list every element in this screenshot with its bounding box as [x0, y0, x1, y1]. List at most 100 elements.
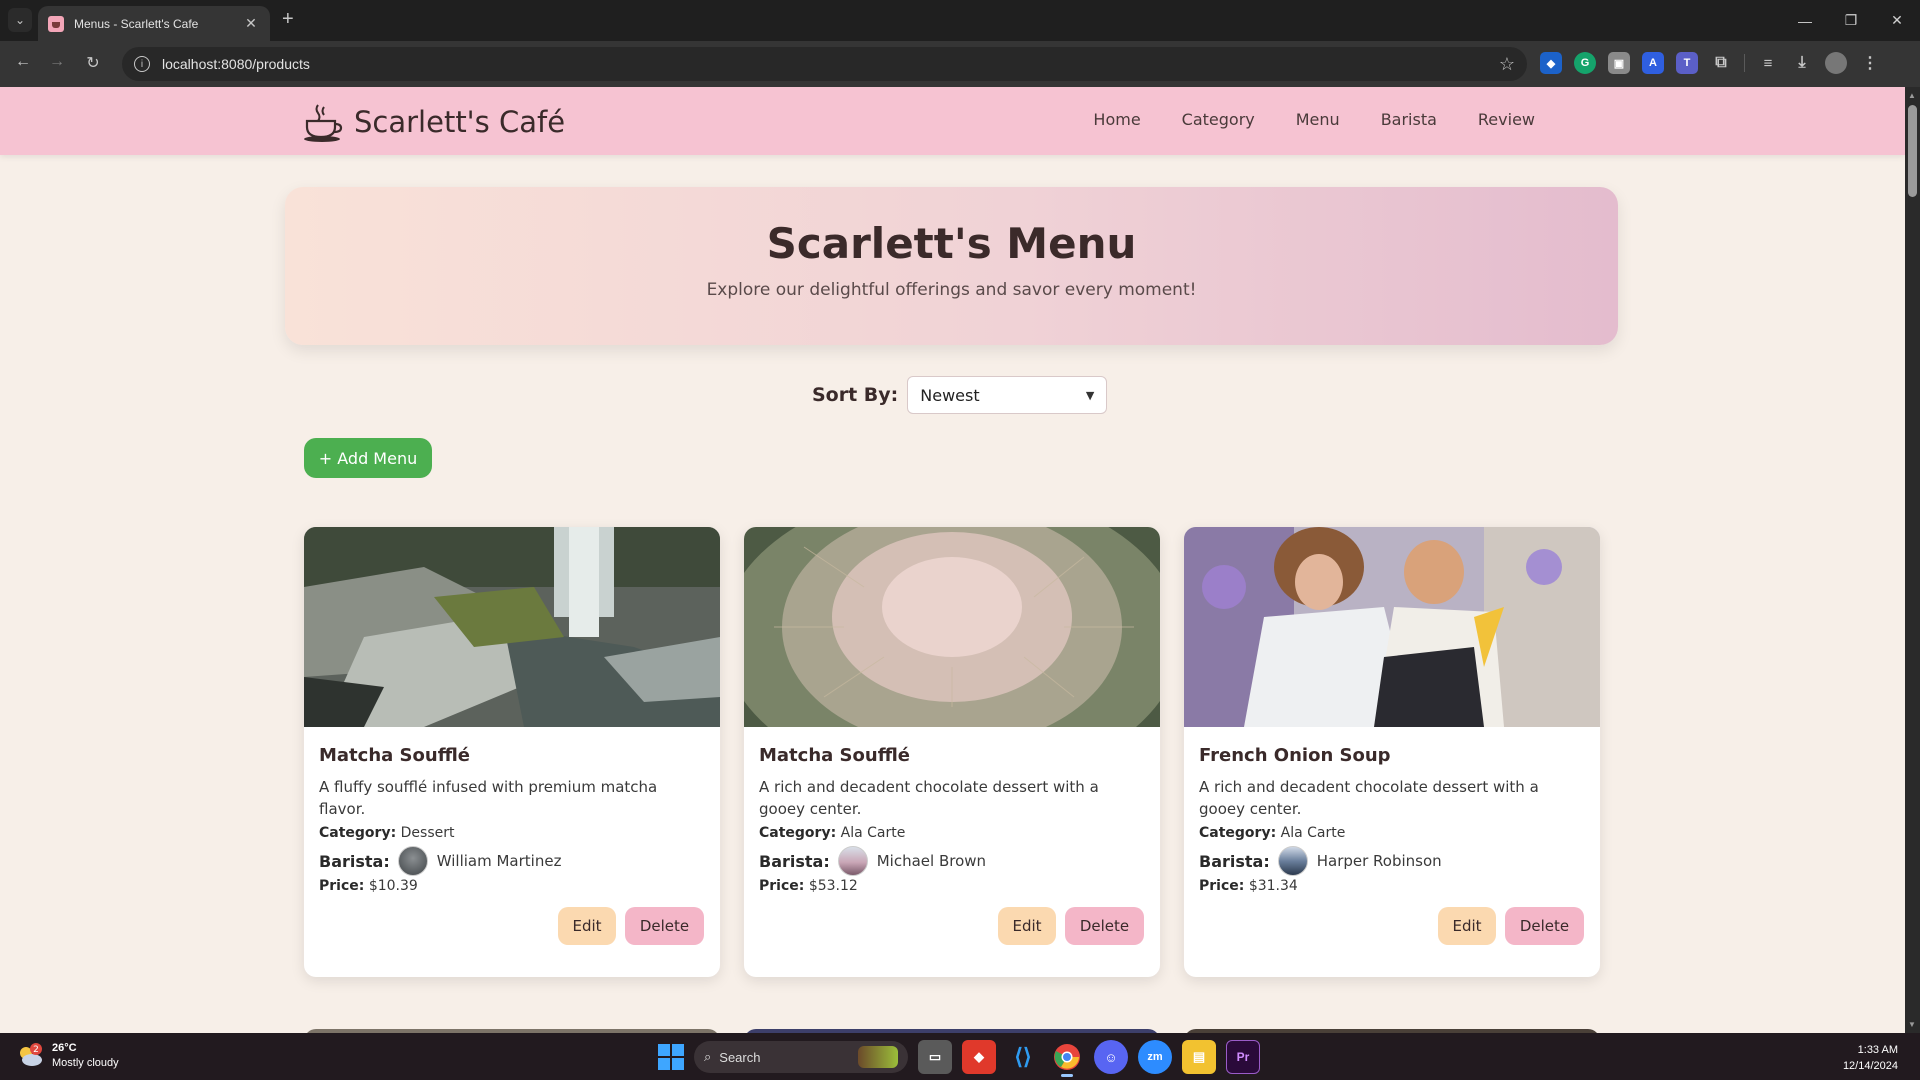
price-value: $53.12 — [808, 878, 858, 894]
weather-desc: Mostly cloudy — [52, 1057, 119, 1069]
main-nav: Home Category Menu Barista Review — [1093, 110, 1535, 129]
category-value: Ala Carte — [840, 825, 906, 841]
cloudy-weather-icon: 2 — [16, 1042, 44, 1070]
scroll-down-arrow-icon[interactable]: ▼ — [1908, 1020, 1916, 1029]
price-value: $10.39 — [368, 878, 418, 894]
gray-extension-icon[interactable]: ▣ — [1608, 52, 1630, 74]
barista-label: Barista: — [319, 851, 390, 871]
menu-description: A fluffy soufflé infused with premium ma… — [319, 778, 658, 818]
category-value: Dessert — [400, 825, 455, 841]
barista-avatar — [1277, 846, 1308, 876]
menu-price: Price: $31.34 — [1199, 878, 1586, 894]
download-icon[interactable]: ⤓ — [1791, 52, 1813, 74]
chrome-icon[interactable] — [1050, 1040, 1084, 1077]
price-label: Price: — [1199, 878, 1245, 894]
hero-banner: Scarlett's Menu Explore our delightful o… — [285, 187, 1618, 345]
browser-menu-icon[interactable]: ⋮ — [1859, 52, 1881, 74]
nav-home[interactable]: Home — [1093, 110, 1140, 129]
edit-button[interactable]: Edit — [998, 907, 1056, 945]
site-logo[interactable]: Scarlett's Café — [302, 101, 565, 143]
minimize-button[interactable]: — — [1782, 0, 1828, 41]
browser-toolbar: ← → ↻ i localhost:8080/products ☆ ◆ G ▣ … — [0, 41, 1920, 87]
file-explorer-icon[interactable]: ▤ — [1182, 1040, 1216, 1074]
edit-button[interactable]: Edit — [558, 907, 616, 945]
menu-name: Matcha Soufflé — [759, 745, 911, 766]
task-view-icon[interactable]: ▭ — [918, 1040, 952, 1074]
delete-button[interactable]: Delete — [1065, 907, 1144, 945]
close-window-button[interactable]: ✕ — [1874, 0, 1920, 41]
menu-image-cactus — [744, 527, 1160, 787]
menu-barista: Barista: Michael Brown — [759, 846, 1146, 876]
clock-time: 1:33 AM — [1857, 1044, 1898, 1056]
tab-close-icon[interactable]: ✕ — [242, 15, 260, 32]
menu-category: Category: Ala Carte — [1199, 825, 1586, 841]
premiere-pro-icon[interactable]: Pr — [1226, 1040, 1260, 1074]
menu-card: Matcha Soufflé A fluffy soufflé infused … — [304, 527, 720, 977]
nav-barista[interactable]: Barista — [1381, 110, 1437, 129]
barista-avatar — [837, 846, 868, 876]
category-label: Category: — [759, 825, 837, 841]
nav-menu[interactable]: Menu — [1296, 110, 1340, 129]
puzzle-extensions-icon[interactable]: ⧉ — [1710, 52, 1732, 74]
grammarly-extension-icon[interactable]: G — [1574, 52, 1596, 74]
translate-extension-icon[interactable]: A — [1642, 52, 1664, 74]
system-clock[interactable]: 1:33 AM 12/14/2024 — [1843, 1042, 1898, 1074]
scroll-thumb[interactable] — [1908, 105, 1917, 197]
new-tab-button[interactable]: + — [282, 9, 294, 29]
sort-selected-value: Newest — [920, 385, 980, 405]
reload-button[interactable]: ↻ — [82, 53, 104, 73]
price-label: Price: — [759, 878, 805, 894]
extensions-area: ◆ G ▣ A T ⧉ ≡ ⤓ ⋮ — [1540, 52, 1881, 74]
shield-extension-icon[interactable]: ◆ — [1540, 52, 1562, 74]
menu-description: A rich and decadent chocolate dessert wi… — [1199, 778, 1539, 818]
forward-button[interactable]: → — [46, 53, 68, 71]
bookmark-star-icon[interactable]: ☆ — [1499, 54, 1515, 75]
barista-name: Michael Brown — [876, 852, 987, 870]
weather-temp: 26°C — [52, 1042, 77, 1054]
profile-avatar[interactable] — [1825, 52, 1847, 74]
page-title: Scarlett's Menu — [766, 219, 1137, 268]
scroll-up-arrow-icon[interactable]: ▲ — [1908, 91, 1916, 100]
card-actions: Edit Delete — [1438, 907, 1584, 945]
back-button[interactable]: ← — [12, 53, 34, 71]
url-text[interactable]: localhost:8080/products — [162, 56, 1499, 72]
page-scrollbar[interactable]: ▲ ▼ — [1905, 87, 1920, 1033]
discord-icon[interactable]: ☺ — [1094, 1040, 1128, 1074]
tab-list-chevron-icon[interactable]: ⌄ — [8, 8, 32, 32]
restore-button[interactable]: ❐ — [1828, 0, 1874, 41]
category-value: Ala Carte — [1280, 825, 1346, 841]
browser-tab-active[interactable]: Menus - Scarlett's Cafe ✕ — [38, 6, 270, 41]
zoom-icon[interactable]: zm — [1138, 1040, 1172, 1074]
menu-price: Price: $10.39 — [319, 878, 706, 894]
sort-select[interactable]: Newest ▼ — [907, 376, 1108, 414]
git-app-icon[interactable]: ◆ — [962, 1040, 996, 1074]
window-controls: — ❐ ✕ — [1782, 0, 1920, 41]
os-taskbar: 2 26°C Mostly cloudy ⌕ Search ▭ ◆ ⟨⟩ ☺ z… — [0, 1033, 1920, 1080]
nav-category[interactable]: Category — [1182, 110, 1255, 129]
delete-button[interactable]: Delete — [625, 907, 704, 945]
taskbar-apps: ⌕ Search ▭ ◆ ⟨⟩ ☺ zm ▤ Pr — [658, 1040, 1260, 1077]
nav-review[interactable]: Review — [1478, 110, 1535, 129]
media-queue-icon[interactable]: ≡ — [1757, 52, 1779, 74]
page-viewport: Scarlett's Café Home Category Menu Baris… — [0, 87, 1905, 1033]
menu-image-waterfall — [304, 527, 720, 727]
teams-extension-icon[interactable]: T — [1676, 52, 1698, 74]
browser-tab-bar: ⌄ Menus - Scarlett's Cafe ✕ + — ❐ ✕ — [0, 0, 1920, 41]
search-highlight-icon — [858, 1046, 898, 1068]
vscode-icon[interactable]: ⟨⟩ — [1006, 1040, 1040, 1074]
site-info-icon[interactable]: i — [134, 56, 150, 72]
windows-start-icon[interactable] — [658, 1044, 684, 1070]
edit-button[interactable]: Edit — [1438, 907, 1496, 945]
taskbar-search[interactable]: ⌕ Search — [694, 1041, 908, 1073]
address-bar[interactable]: i localhost:8080/products ☆ — [122, 47, 1527, 81]
menu-barista: Barista: William Martinez — [319, 846, 706, 876]
brand-name: Scarlett's Café — [354, 105, 566, 139]
delete-button[interactable]: Delete — [1505, 907, 1584, 945]
menu-category: Category: Ala Carte — [759, 825, 1146, 841]
sort-label: Sort By: — [812, 384, 899, 406]
category-label: Category: — [319, 825, 397, 841]
category-label: Category: — [1199, 825, 1277, 841]
weather-widget[interactable]: 2 26°C Mostly cloudy — [16, 1041, 119, 1071]
clock-date: 12/14/2024 — [1842, 1060, 1898, 1072]
add-menu-button[interactable]: + Add Menu — [304, 438, 432, 478]
